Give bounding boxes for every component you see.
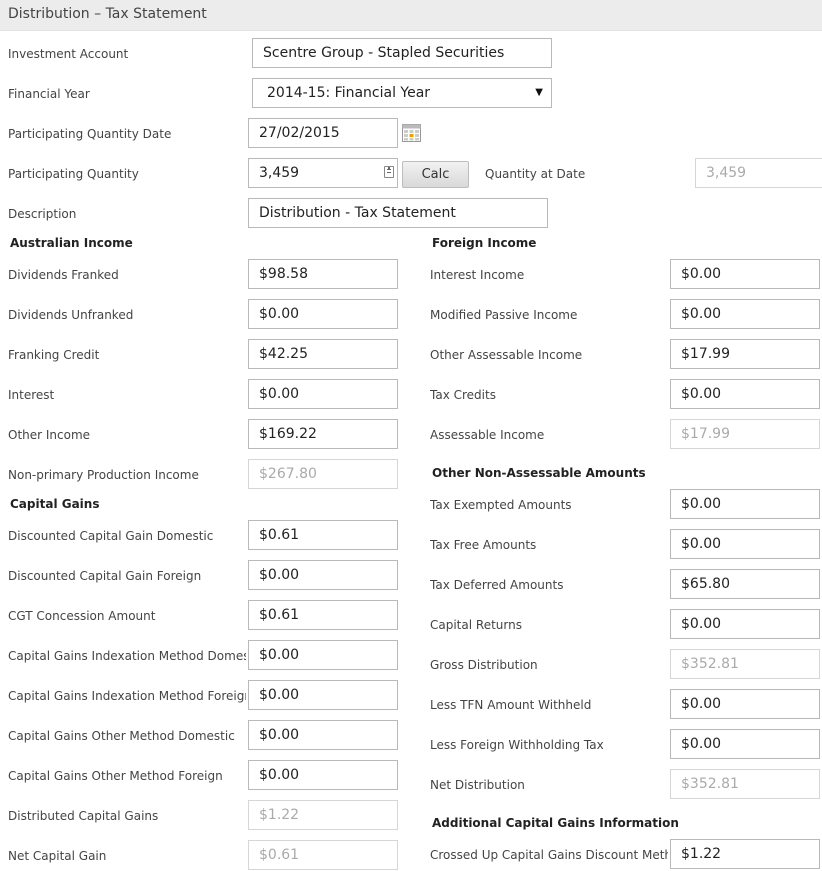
cg-indexation-domestic-label: Capital Gains Indexation Method Domestic bbox=[8, 649, 246, 663]
distributed-capital-gains-field: $1.22 bbox=[248, 800, 398, 830]
australian-income-heading: Australian Income bbox=[10, 236, 133, 250]
net-distribution-label: Net Distribution bbox=[430, 778, 525, 792]
cg-indexation-foreign-field[interactable]: $0.00 bbox=[248, 680, 398, 710]
cg-other-foreign-label: Capital Gains Other Method Foreign bbox=[8, 769, 223, 783]
other-income-field[interactable]: $169.22 bbox=[248, 419, 398, 449]
crossed-up-cg-discount-label: Crossed Up Capital Gains Discount Method bbox=[430, 848, 668, 862]
tax-credits-label: Tax Credits bbox=[430, 388, 496, 402]
tax-exempted-amounts-label: Tax Exempted Amounts bbox=[430, 498, 572, 512]
non-primary-production-income-field: $267.80 bbox=[248, 459, 398, 489]
description-field[interactable]: Distribution - Tax Statement bbox=[248, 198, 548, 228]
assessable-income-field: $17.99 bbox=[670, 419, 820, 449]
tax-credits-field[interactable]: $0.00 bbox=[670, 379, 820, 409]
tax-free-amounts-label: Tax Free Amounts bbox=[430, 538, 537, 552]
dividends-unfranked-field[interactable]: $0.00 bbox=[248, 299, 398, 329]
assessable-income-label: Assessable Income bbox=[430, 428, 545, 442]
financial-year-label: Financial Year bbox=[8, 87, 90, 101]
less-tfn-amount-withheld-field[interactable]: $0.00 bbox=[670, 689, 820, 719]
foreign-income-heading: Foreign Income bbox=[432, 236, 537, 250]
interest-field[interactable]: $0.00 bbox=[248, 379, 398, 409]
net-capital-gain-field: $0.61 bbox=[248, 840, 398, 870]
quantity-at-date-label: Quantity at Date bbox=[485, 167, 586, 181]
tax-deferred-amounts-label: Tax Deferred Amounts bbox=[430, 578, 564, 592]
financial-year-value: 2014-15: Financial Year bbox=[267, 85, 431, 101]
participating-quantity-date-label: Participating Quantity Date bbox=[8, 127, 172, 141]
description-label: Description bbox=[8, 207, 77, 221]
investment-account-field[interactable]: Scentre Group - Stapled Securities bbox=[252, 38, 552, 68]
discounted-capital-gain-domestic-label: Discounted Capital Gain Domestic bbox=[8, 529, 214, 543]
calc-button[interactable]: Calc bbox=[402, 161, 469, 188]
discounted-capital-gain-foreign-field[interactable]: $0.00 bbox=[248, 560, 398, 590]
tax-free-amounts-field[interactable]: $0.00 bbox=[670, 529, 820, 559]
franking-credit-field[interactable]: $42.25 bbox=[248, 339, 398, 369]
gross-distribution-label: Gross Distribution bbox=[430, 658, 538, 672]
non-primary-production-income-label: Non-primary Production Income bbox=[8, 468, 199, 482]
title-bar: Distribution – Tax Statement bbox=[0, 0, 822, 31]
dropdown-caret-icon: ▼ bbox=[535, 87, 543, 98]
capital-returns-field[interactable]: $0.00 bbox=[670, 609, 820, 639]
quantity-at-date-field: 3,459 bbox=[695, 158, 822, 188]
other-non-assessable-heading: Other Non-Assessable Amounts bbox=[432, 466, 646, 480]
tax-exempted-amounts-field[interactable]: $0.00 bbox=[670, 489, 820, 519]
participating-quantity-label: Participating Quantity bbox=[8, 167, 139, 181]
page-title: Distribution – Tax Statement bbox=[8, 6, 207, 22]
capital-returns-label: Capital Returns bbox=[430, 618, 522, 632]
crossed-up-cg-discount-field[interactable]: $1.22 bbox=[670, 839, 820, 869]
cgt-concession-amount-label: CGT Concession Amount bbox=[8, 609, 156, 623]
cg-other-foreign-field[interactable]: $0.00 bbox=[248, 760, 398, 790]
dividends-franked-label: Dividends Franked bbox=[8, 268, 119, 282]
financial-year-select[interactable]: 2014-15: Financial Year ▼ bbox=[252, 78, 552, 108]
cg-indexation-foreign-label: Capital Gains Indexation Method Foreign bbox=[8, 689, 246, 703]
less-foreign-withholding-tax-field[interactable]: $0.00 bbox=[670, 729, 820, 759]
franking-credit-label: Franking Credit bbox=[8, 348, 100, 362]
interest-income-label: Interest Income bbox=[430, 268, 525, 282]
cg-other-domestic-field[interactable]: $0.00 bbox=[248, 720, 398, 750]
investment-account-label: Investment Account bbox=[8, 47, 129, 61]
net-capital-gain-label: Net Capital Gain bbox=[8, 849, 107, 863]
dividends-franked-field[interactable]: $98.58 bbox=[248, 259, 398, 289]
calendar-icon[interactable] bbox=[402, 124, 421, 142]
other-assessable-income-field[interactable]: $17.99 bbox=[670, 339, 820, 369]
tax-deferred-amounts-field[interactable]: $65.80 bbox=[670, 569, 820, 599]
discounted-capital-gain-domestic-field[interactable]: $0.61 bbox=[248, 520, 398, 550]
stepper-icon[interactable] bbox=[384, 166, 394, 178]
modified-passive-income-label: Modified Passive Income bbox=[430, 308, 578, 322]
participating-quantity-field[interactable]: 3,459 bbox=[248, 158, 398, 188]
other-income-label: Other Income bbox=[8, 428, 91, 442]
cgt-concession-amount-field[interactable]: $0.61 bbox=[248, 600, 398, 630]
cg-other-domestic-label: Capital Gains Other Method Domestic bbox=[8, 729, 235, 743]
interest-income-field[interactable]: $0.00 bbox=[670, 259, 820, 289]
other-assessable-income-label: Other Assessable Income bbox=[430, 348, 583, 362]
cg-indexation-domestic-field[interactable]: $0.00 bbox=[248, 640, 398, 670]
discounted-capital-gain-foreign-label: Discounted Capital Gain Foreign bbox=[8, 569, 202, 583]
less-tfn-amount-withheld-label: Less TFN Amount Withheld bbox=[430, 698, 592, 712]
participating-quantity-date-field[interactable]: 27/02/2015 bbox=[248, 118, 398, 148]
net-distribution-field: $352.81 bbox=[670, 769, 820, 799]
interest-label: Interest bbox=[8, 388, 55, 402]
less-foreign-withholding-tax-label: Less Foreign Withholding Tax bbox=[430, 738, 604, 752]
additional-cg-heading: Additional Capital Gains Information bbox=[432, 816, 679, 830]
dividends-unfranked-label: Dividends Unfranked bbox=[8, 308, 134, 322]
gross-distribution-field: $352.81 bbox=[670, 649, 820, 679]
modified-passive-income-field[interactable]: $0.00 bbox=[670, 299, 820, 329]
distributed-capital-gains-label: Distributed Capital Gains bbox=[8, 809, 159, 823]
capital-gains-heading: Capital Gains bbox=[10, 497, 100, 511]
